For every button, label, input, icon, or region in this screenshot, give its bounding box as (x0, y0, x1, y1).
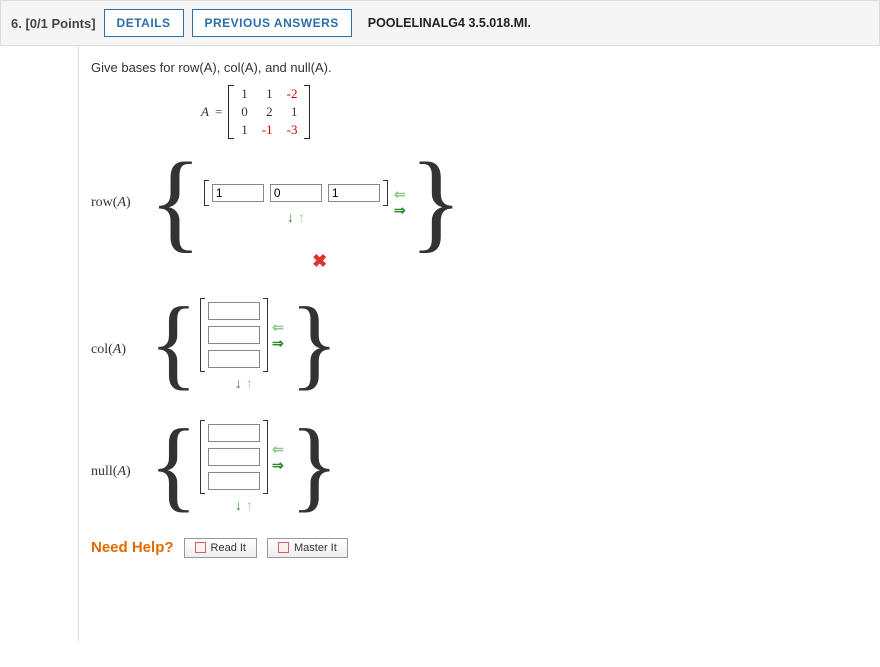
arrow-left-icon[interactable]: ⇐ (394, 187, 406, 201)
colA-input-1[interactable] (208, 302, 260, 320)
question-number: 6. (11, 16, 22, 31)
arrow-right-icon[interactable]: ⇒ (394, 203, 406, 217)
question-header: 6. [0/1 Points] DETAILS PREVIOUS ANSWERS… (0, 0, 880, 46)
arrow-down-icon[interactable]: ↓ (235, 498, 242, 512)
nullA-label: null(A) (91, 416, 149, 480)
colA-lr-controls: ⇐ ⇒ (272, 320, 284, 350)
m-2-0: 1 (234, 121, 255, 139)
colA-updown-controls: ↓ ↑ (235, 376, 253, 390)
rowA-label: row(A) (91, 159, 149, 211)
brace-left-icon: { (149, 416, 198, 516)
arrow-left-icon[interactable]: ⇐ (272, 320, 284, 334)
rowA-input-3[interactable] (328, 184, 380, 202)
arrow-down-icon[interactable]: ↓ (287, 210, 294, 224)
master-it-button[interactable]: Master It (267, 538, 348, 558)
question-body: Give bases for row(A), col(A), and null(… (78, 46, 880, 641)
equals-sign: = (215, 104, 222, 120)
rowA-vector (204, 180, 388, 206)
arrow-up-icon[interactable]: ↑ (246, 498, 253, 512)
arrow-right-icon[interactable]: ⇒ (272, 336, 284, 350)
arrow-left-icon[interactable]: ⇐ (272, 442, 284, 456)
nullA-vector (200, 420, 268, 494)
nullA-input-1[interactable] (208, 424, 260, 442)
colA-input-3[interactable] (208, 350, 260, 368)
nullA-updown-controls: ↓ ↑ (235, 498, 253, 512)
details-button[interactable]: DETAILS (104, 9, 184, 37)
m-1-0: 0 (234, 103, 255, 121)
question-points: [0/1 Points] (25, 16, 95, 31)
m-2-1: -1 (255, 121, 280, 139)
brace-right-icon: } (410, 159, 463, 245)
previous-answers-button[interactable]: PREVIOUS ANSWERS (192, 9, 352, 37)
m-1-1: 2 (255, 103, 280, 121)
rowA-lr-controls: ⇐ ⇒ (394, 159, 406, 245)
brace-left-icon: { (149, 294, 198, 394)
rowA-section: row(A) { (91, 159, 880, 272)
question-number-block: 6. [0/1 Points] (11, 16, 96, 31)
rowA-updown-controls: ↓ ↑ (287, 210, 305, 224)
rowA-input-2[interactable] (270, 184, 322, 202)
arrow-down-icon[interactable]: ↓ (235, 376, 242, 390)
arrow-right-icon[interactable]: ⇒ (272, 458, 284, 472)
rowA-input-1[interactable] (212, 184, 264, 202)
colA-label: col(A) (91, 294, 149, 358)
m-2-2: -3 (280, 121, 305, 139)
colA-vector (200, 298, 268, 372)
matrix-definition: A = 1 1 -2 0 2 1 1 (201, 85, 880, 139)
m-0-1: 1 (255, 85, 280, 103)
nullA-lr-controls: ⇐ ⇒ (272, 442, 284, 472)
matrix-var: A (201, 104, 209, 120)
m-0-2: -2 (280, 85, 305, 103)
brace-left-icon: { (149, 159, 202, 245)
read-it-button[interactable]: Read It (184, 538, 257, 558)
question-prompt: Give bases for row(A), col(A), and null(… (91, 60, 880, 75)
colA-input-2[interactable] (208, 326, 260, 344)
brace-right-icon: } (290, 416, 339, 516)
m-0-0: 1 (234, 85, 255, 103)
reference-code: POOLELINALG4 3.5.018.MI. (368, 16, 531, 30)
brace-right-icon: } (290, 294, 339, 394)
need-help-section: Need Help? Read It Master It (91, 538, 880, 558)
arrow-up-icon[interactable]: ↑ (246, 376, 253, 390)
arrow-up-icon[interactable]: ↑ (298, 210, 305, 224)
need-help-label: Need Help? (91, 539, 174, 556)
nullA-input-3[interactable] (208, 472, 260, 490)
matrix-A: 1 1 -2 0 2 1 1 -1 -3 (228, 85, 310, 139)
incorrect-icon: ✖ (312, 251, 327, 272)
m-1-2: 1 (280, 103, 305, 121)
nullA-input-2[interactable] (208, 448, 260, 466)
colA-section: col(A) { (91, 294, 880, 394)
nullA-section: null(A) { (91, 416, 880, 516)
